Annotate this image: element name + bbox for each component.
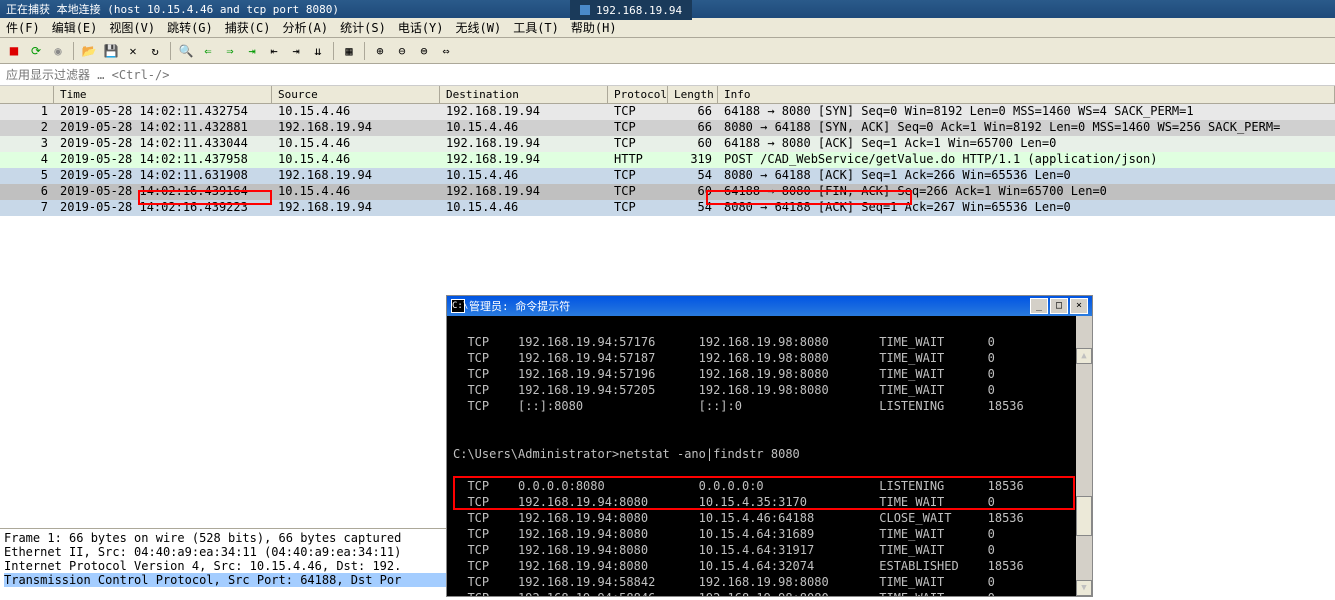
find-button[interactable]: 🔍: [176, 41, 196, 61]
zoom-reset-button[interactable]: ⊜: [414, 41, 434, 61]
first-button[interactable]: ⇤: [264, 41, 284, 61]
separator: [333, 42, 334, 60]
detail-ip: Internet Protocol Version 4, Src: 10.15.…: [4, 559, 446, 573]
packet-row[interactable]: 52019-05-28 14:02:11.631908192.168.19.94…: [0, 168, 1335, 184]
autoscroll-button[interactable]: ⇊: [308, 41, 328, 61]
cmd-maximize-button[interactable]: □: [1050, 298, 1068, 314]
cmd-scrollbar[interactable]: ▲ ▼: [1076, 316, 1092, 596]
menu-file[interactable]: 件(F): [0, 17, 46, 38]
separator: [170, 42, 171, 60]
col-source[interactable]: Source: [272, 86, 440, 103]
pin-icon: [580, 5, 590, 15]
packet-row[interactable]: 62019-05-28 14:02:16.43916410.15.4.46192…: [0, 184, 1335, 200]
packet-list: Time Source Destination Protocol Length …: [0, 86, 1335, 216]
packet-row[interactable]: 22019-05-28 14:02:11.432881192.168.19.94…: [0, 120, 1335, 136]
packet-details[interactable]: Frame 1: 66 bytes on wire (528 bits), 66…: [0, 528, 450, 600]
last-button[interactable]: ⇥: [286, 41, 306, 61]
menu-wireless[interactable]: 无线(W): [450, 17, 508, 38]
cmd-close-button[interactable]: ×: [1070, 298, 1088, 314]
separator: [364, 42, 365, 60]
remote-ip: 192.168.19.94: [596, 4, 682, 17]
detail-tcp: Transmission Control Protocol, Src Port:…: [4, 573, 446, 587]
col-info[interactable]: Info: [718, 86, 1335, 103]
menu-analyze[interactable]: 分析(A): [276, 17, 334, 38]
packet-row[interactable]: 12019-05-28 14:02:11.43275410.15.4.46192…: [0, 104, 1335, 120]
filter-input[interactable]: [0, 65, 1335, 85]
col-protocol[interactable]: Protocol: [608, 86, 668, 103]
menu-help[interactable]: 帮助(H): [565, 17, 623, 38]
cmd-titlebar[interactable]: C:\ 管理员: 命令提示符 _ □ ×: [447, 296, 1092, 316]
next-button[interactable]: ⇒: [220, 41, 240, 61]
separator: [73, 42, 74, 60]
prev-button[interactable]: ⇐: [198, 41, 218, 61]
menu-tools[interactable]: 工具(T): [507, 17, 565, 38]
detail-ethernet: Ethernet II, Src: 04:40:a9:ea:34:11 (04:…: [4, 545, 446, 559]
jump-button[interactable]: ⇥: [242, 41, 262, 61]
packet-row[interactable]: 42019-05-28 14:02:11.43795810.15.4.46192…: [0, 152, 1335, 168]
colorize-button[interactable]: ▦: [339, 41, 359, 61]
menu-statistics[interactable]: 统计(S): [334, 17, 392, 38]
open-button[interactable]: 📂: [79, 41, 99, 61]
cmd-icon: C:\: [451, 299, 465, 313]
col-length[interactable]: Length: [668, 86, 718, 103]
filter-bar: [0, 64, 1335, 86]
packet-list-header: Time Source Destination Protocol Length …: [0, 86, 1335, 104]
scroll-down-button[interactable]: ▼: [1076, 580, 1092, 596]
main-toolbar: ■ ⟳ ◉ 📂 💾 ✕ ↻ 🔍 ⇐ ⇒ ⇥ ⇤ ⇥ ⇊ ▦ ⊕ ⊖ ⊜ ⇔: [0, 38, 1335, 64]
reload-button[interactable]: ↻: [145, 41, 165, 61]
remote-tab[interactable]: 192.168.19.94: [570, 0, 692, 20]
cmd-title: 管理员: 命令提示符: [469, 298, 1030, 314]
menu-bar: 件(F) 编辑(E) 视图(V) 跳转(G) 捕获(C) 分析(A) 统计(S)…: [0, 18, 1335, 38]
close-button[interactable]: ✕: [123, 41, 143, 61]
cmd-body[interactable]: TCP 192.168.19.94:57176 192.168.19.98:80…: [447, 316, 1092, 596]
detail-frame: Frame 1: 66 bytes on wire (528 bits), 66…: [4, 531, 446, 545]
col-time[interactable]: Time: [54, 86, 272, 103]
col-no[interactable]: [0, 86, 54, 103]
restart-capture-button[interactable]: ⟳: [26, 41, 46, 61]
options-button[interactable]: ◉: [48, 41, 68, 61]
resize-cols-button[interactable]: ⇔: [436, 41, 456, 61]
save-button[interactable]: 💾: [101, 41, 121, 61]
menu-capture[interactable]: 捕获(C): [219, 17, 277, 38]
cmd-prompt: C:\Users\Administrator>netstat -ano|find…: [453, 446, 1086, 462]
packet-row[interactable]: 32019-05-28 14:02:11.43304410.15.4.46192…: [0, 136, 1335, 152]
menu-telephony[interactable]: 电话(Y): [392, 17, 450, 38]
scroll-thumb[interactable]: [1076, 496, 1092, 536]
packet-row[interactable]: 72019-05-28 14:02:16.439223192.168.19.94…: [0, 200, 1335, 216]
stop-capture-button[interactable]: ■: [4, 41, 24, 61]
scroll-up-button[interactable]: ▲: [1076, 348, 1092, 364]
col-destination[interactable]: Destination: [440, 86, 608, 103]
zoom-in-button[interactable]: ⊕: [370, 41, 390, 61]
menu-go[interactable]: 跳转(G): [161, 17, 219, 38]
cmd-window[interactable]: C:\ 管理员: 命令提示符 _ □ × TCP 192.168.19.94:5…: [446, 295, 1093, 597]
menu-view[interactable]: 视图(V): [103, 17, 161, 38]
zoom-out-button[interactable]: ⊖: [392, 41, 412, 61]
cmd-minimize-button[interactable]: _: [1030, 298, 1048, 314]
menu-edit[interactable]: 编辑(E): [46, 17, 104, 38]
